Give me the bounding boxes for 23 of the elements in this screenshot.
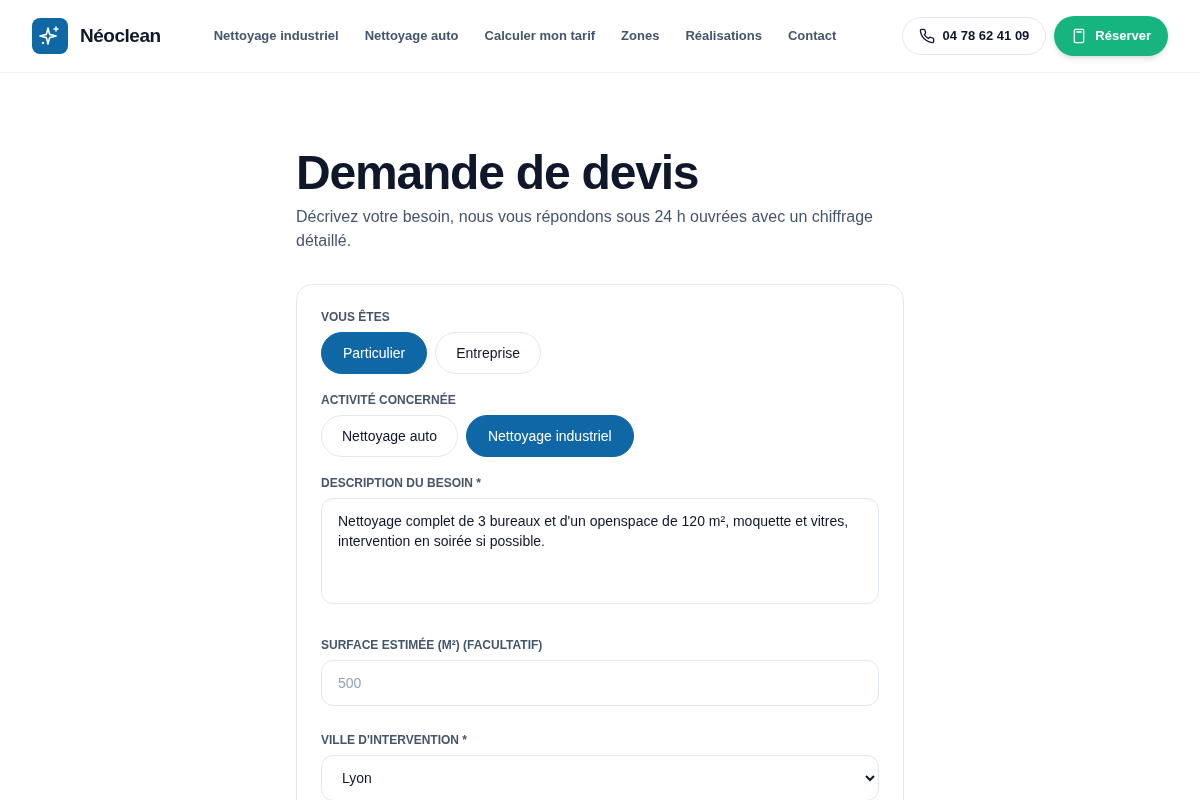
choice-pill[interactable]: Nettoyage industriel <box>465 415 634 457</box>
nav-link[interactable]: Zones <box>621 26 660 46</box>
nav-link[interactable]: Calculer mon tarif <box>484 26 596 46</box>
choice-pill[interactable]: Particulier <box>321 332 428 374</box>
nav-link[interactable]: Contact <box>788 26 837 46</box>
brand-name: Néoclean <box>80 23 161 48</box>
nav-link[interactable]: Réalisations <box>685 26 762 46</box>
intro-text: Décrivez votre besoin, nous vous répondons sous 24 h ouvrées avec un chiffrage détaillé. <box>296 207 874 251</box>
field-label: SURFACE ESTIMÉE (M²) (FACULTATIF) <box>321 637 544 653</box>
field-label: VOUS ÊTES <box>321 309 391 325</box>
choice-pill[interactable]: Entreprise <box>435 332 542 374</box>
nav-link[interactable]: Nettoyage industriel <box>213 26 339 46</box>
field-label: VILLE D'INTERVENTION * <box>321 732 468 748</box>
description-field[interactable]: Nettoyage complet de 3 bureaux et d'un openspace de 120 m², moquette et vitres, intervention en soirée si possible. <box>321 498 879 604</box>
nav-link[interactable]: Nettoyage auto <box>364 26 459 46</box>
city-select[interactable]: Lyon <box>321 755 879 800</box>
sparkle-logo-icon <box>32 18 68 54</box>
field-label: DESCRIPTION DU BESOIN * <box>321 475 483 491</box>
field-label: ACTIVITÉ CONCERNÉE <box>321 392 457 408</box>
phone-icon <box>918 28 935 44</box>
page-title: Demande de devis <box>296 145 700 201</box>
choice-pill[interactable]: Nettoyage auto <box>321 415 458 457</box>
surface-field[interactable]: 500 <box>321 660 879 706</box>
